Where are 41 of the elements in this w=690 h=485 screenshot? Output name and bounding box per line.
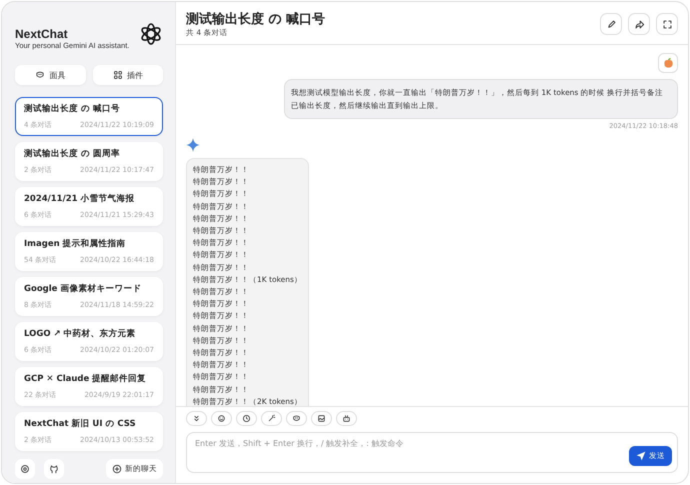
chat-title: 2024/11/21 小雪节气海报 [24,193,136,205]
chat-title: LOGO ↗ 中药材、东方元素 [24,328,137,340]
app-name: NextChat [15,27,69,41]
chat-title: 测试输出长度 の 喊口号 [186,10,326,28]
share-button[interactable] [628,13,650,35]
knot-logo-icon [139,22,163,46]
robot-icon [342,414,351,423]
toolbar-button[interactable] [336,411,357,426]
settings-icon [20,464,30,474]
double-chevron-down-icon [192,414,201,423]
chat-title: NextChat 新旧 UI の CSS [24,418,137,430]
chat-title: GCP ✕ Claude 提醒邮件回复 [24,373,148,385]
toolbar-button[interactable] [211,411,232,426]
mask-button[interactable]: 面具 [15,65,86,85]
plugin-button[interactable]: 插件 [92,65,163,85]
chat-title: 测试输出长度 の 圆周率 [24,148,121,160]
chat-title: 测试输出长度 の 喊口号 [24,103,121,115]
chat-title: Imagen 提示和属性指南 [24,238,127,250]
rename-button[interactable] [600,13,622,35]
mask-icon [292,414,301,423]
settings-button[interactable] [15,459,35,479]
github-button[interactable] [44,459,64,479]
share-arrow-icon [634,18,644,30]
send-icon [636,451,646,461]
sparkle-icon [186,138,200,152]
face-icon [217,414,226,423]
clock-icon [242,414,251,423]
toolbar-button[interactable] [311,411,332,426]
fullscreen-button[interactable] [656,13,678,35]
chat-title: Google 画像素材キーワード [24,283,142,295]
cat-icon [49,464,59,474]
plus-circle-icon [112,464,122,474]
toolbar-button[interactable] [236,411,257,426]
wand-icon [267,414,276,423]
image-icon [317,414,326,423]
pencil-icon [606,18,616,30]
expand-icon [662,18,672,30]
mask-icon [35,70,46,80]
peach-icon [662,58,674,68]
toolbar-button[interactable] [286,411,307,426]
grid-icon [112,70,123,80]
